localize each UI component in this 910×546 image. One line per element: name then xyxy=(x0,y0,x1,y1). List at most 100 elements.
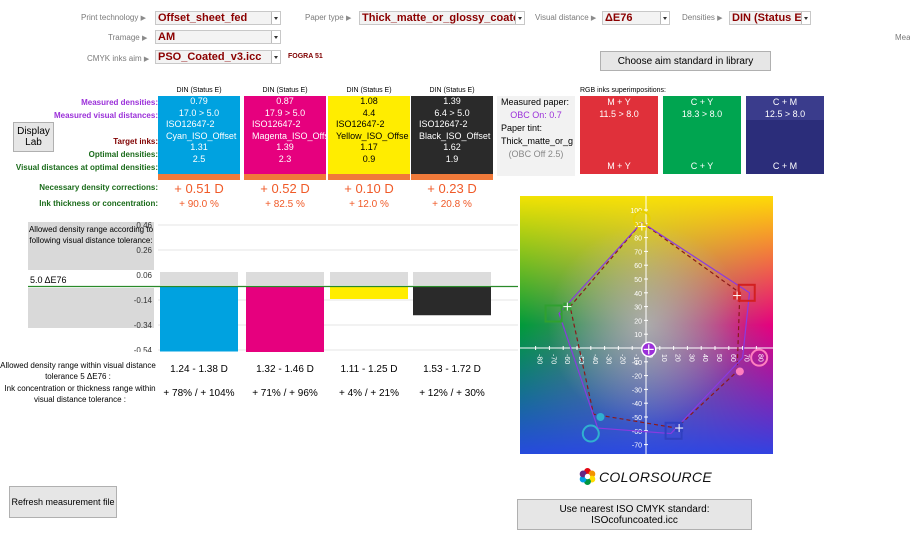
measured-visual-label: Measured visual distances: xyxy=(53,111,158,120)
a-tick-label: 20 xyxy=(674,354,681,362)
thickness-black: + 20.8 % xyxy=(432,199,472,210)
b-tick-label: -10 xyxy=(632,360,642,367)
density-bar-magenta xyxy=(246,286,324,353)
paper-type-label: Paper type ▶ xyxy=(305,13,352,22)
chevron-down-icon xyxy=(271,31,280,43)
choose-aim-button[interactable]: Choose aim standard in library xyxy=(600,51,771,71)
b-tick-label: -70 xyxy=(632,443,642,450)
rgb-bottom: C + Y xyxy=(663,120,741,174)
a-tick-label: -60 xyxy=(563,354,570,364)
b-tick-label: 70 xyxy=(634,249,642,256)
ink-standard: ISO12647-2 xyxy=(336,119,385,129)
densities-label: Densities ▶ xyxy=(682,13,723,22)
optimal-densities-label: Optimal densities: xyxy=(88,150,158,159)
rgb-bottom: M + Y xyxy=(580,120,658,174)
a-tick-label: 30 xyxy=(687,354,694,362)
b-tick-label: 80 xyxy=(634,236,642,243)
visual-distance-select[interactable]: ΔE76 xyxy=(602,11,670,25)
correction-black: + 0.23 D xyxy=(427,181,477,196)
ink-thickness-label: Ink thickness or concentration: xyxy=(39,199,158,208)
tramage-label: Tramage ▶ xyxy=(108,33,148,42)
ink-accent-strip xyxy=(244,174,326,180)
density-bar-black xyxy=(413,286,491,316)
optimal-density: 1.31 xyxy=(190,142,208,152)
ink-card-yellow: 1.08 4.4 ISO12647-2 Yellow_ISO_Offse 1.1… xyxy=(328,96,410,180)
visual-optimal: 0.9 xyxy=(362,153,376,164)
target-polygon xyxy=(569,221,741,429)
density-bar-cyan xyxy=(160,286,238,352)
visual-optimal: 2.3 xyxy=(278,153,292,164)
density-bar-yellow xyxy=(330,286,408,299)
range-magenta: 1.32 - 1.46 D xyxy=(256,364,314,375)
measured-visual: 17.9 > 5.0 xyxy=(264,107,306,118)
obc-off-value: (OBC Off 2.5) xyxy=(508,149,564,159)
thickness-magenta: + 82.5 % xyxy=(265,199,305,210)
measured-visual: 4.4 xyxy=(362,107,376,118)
necessary-corrections-label: Necessary density corrections: xyxy=(39,183,158,192)
target-ink: Magenta_ISO_Offs xyxy=(252,130,326,141)
measured-visual: 6.4 > 5.0 xyxy=(434,107,470,118)
tolerance-bar-magenta xyxy=(246,272,324,286)
b-tick-label: -20 xyxy=(632,374,642,381)
a-tick-label: -70 xyxy=(549,354,556,364)
chevron-down-icon xyxy=(801,12,810,24)
thickness-yellow: + 12.0 % xyxy=(349,199,389,210)
chevron-down-icon xyxy=(515,12,524,24)
print-technology-label: Print technology ▶ xyxy=(81,13,146,22)
ink-card-black: 1.39 6.4 > 5.0 ISO12647-2 Black_ISO_Offs… xyxy=(411,96,493,180)
measured-density: 1.39 xyxy=(443,96,461,106)
b-tick-label: 40 xyxy=(634,291,642,298)
lab-chart: -80-70-60-50-40-30-20-100102030405060708… xyxy=(520,196,773,454)
cmyk-aim-select[interactable]: PSO_Coated_v3.icc xyxy=(155,50,281,64)
bar-tick-label: 0.46 xyxy=(136,221,152,230)
range-cyan: 1.24 - 1.38 D xyxy=(170,364,228,375)
b-tick-label: -40 xyxy=(632,401,642,408)
paper-type-select[interactable]: Thick_matte_or_glossy_coated xyxy=(359,11,525,25)
b-tick-label: 20 xyxy=(634,318,642,325)
obc-on-value: OBC On: 0.7 xyxy=(510,110,562,120)
paper-tint-value: Thick_matte_or_g xyxy=(501,136,574,146)
b-tick-label: 10 xyxy=(634,332,642,339)
display-lab-button[interactable]: Display Lab xyxy=(13,122,54,152)
a-tick-label: -40 xyxy=(591,354,598,364)
a-tick-label: -20 xyxy=(618,354,625,364)
visual-distance-label: Visual distance ▶ xyxy=(535,13,597,22)
cmyk-aim-label: CMYK inks aim ▶ xyxy=(87,54,150,63)
rgb-box-green: C + Y 18.3 > 8.0 C + Y xyxy=(663,96,741,174)
rgb-box-red: M + Y 11.5 > 8.0 M + Y xyxy=(580,96,658,174)
ink-standard: ISO12647-2 xyxy=(252,119,301,129)
ink-head-magenta: DIN (Status E) xyxy=(262,87,308,94)
rgb-box-blue: C + M 12.5 > 8.0 C + M xyxy=(746,96,824,174)
brand: COLORSOURCE xyxy=(579,468,712,485)
ink-accent-strip xyxy=(158,174,240,180)
a-tick-label: -80 xyxy=(536,354,543,364)
cut-off-label: Mea xyxy=(895,33,910,42)
rgb-top: C + Y 18.3 > 8.0 xyxy=(663,96,741,120)
ink-head-black: DIN (Status E) xyxy=(429,87,475,94)
a-tick-label: 70 xyxy=(743,354,750,362)
b-tick-label: 60 xyxy=(634,263,642,270)
marker-dot xyxy=(596,413,605,421)
tramage-select[interactable]: AM xyxy=(155,30,281,44)
conc-black: + 12% / + 30% xyxy=(419,388,485,399)
bar-tick-label: 0.06 xyxy=(136,271,152,280)
refresh-button[interactable]: Refresh measurement file xyxy=(9,486,117,518)
densities-select[interactable]: DIN (Status E) xyxy=(729,11,811,25)
measured-density: 0.87 xyxy=(276,96,294,106)
b-tick-label: -60 xyxy=(632,429,642,436)
measured-density: 0.79 xyxy=(190,96,208,106)
conc-label: Ink concentration or thickness range wit… xyxy=(4,384,156,404)
measured-polygon xyxy=(558,221,751,435)
chevron-down-icon xyxy=(271,51,280,63)
rgb-title: RGB inks superimpositions: xyxy=(580,87,666,94)
a-tick-label: 40 xyxy=(701,354,708,362)
measured-density: 1.08 xyxy=(360,96,378,106)
rgb-bottom: C + M xyxy=(746,120,824,174)
bar-tick-label: -0.14 xyxy=(134,296,153,305)
a-tick-label: -50 xyxy=(577,354,584,364)
ink-accent-strip xyxy=(411,174,493,180)
b-tick-label: -30 xyxy=(632,387,642,394)
print-technology-select[interactable]: Offset_sheet_fed xyxy=(155,11,281,25)
nearest-standard-button[interactable]: Use nearest ISO CMYK standard: ISOcofunc… xyxy=(517,499,752,530)
range-black: 1.53 - 1.72 D xyxy=(423,364,481,375)
